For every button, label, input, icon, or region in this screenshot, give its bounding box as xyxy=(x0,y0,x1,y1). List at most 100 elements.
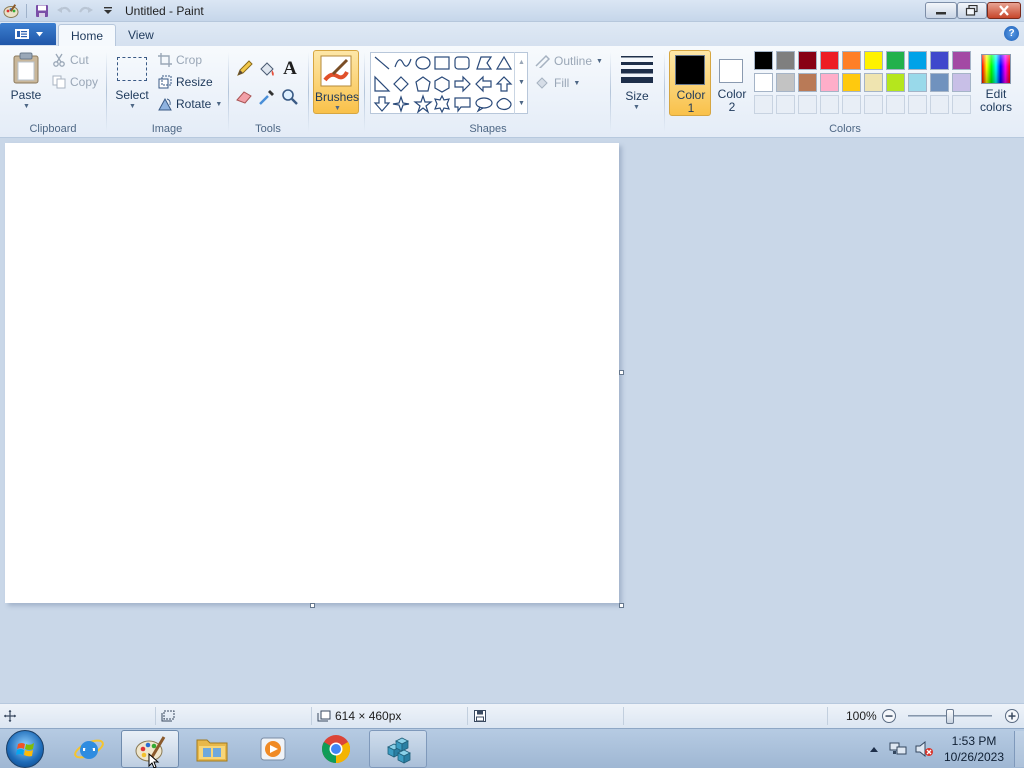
taskbar-internet-explorer[interactable] xyxy=(60,730,118,768)
text-icon: A xyxy=(283,58,297,79)
text-tool[interactable]: A xyxy=(279,58,301,79)
rotate-button[interactable]: Rotate ▼ xyxy=(158,97,222,111)
status-divider xyxy=(311,707,312,725)
palette-swatch[interactable] xyxy=(754,51,773,70)
clock-time: 1:53 PM xyxy=(951,734,997,748)
palette-swatch[interactable] xyxy=(930,73,949,92)
color-spectrum-icon xyxy=(981,54,1011,84)
taskbar-file-explorer[interactable] xyxy=(183,730,241,768)
taskbar-chrome[interactable] xyxy=(307,730,365,768)
palette-swatch[interactable] xyxy=(842,51,861,70)
volume-tray-icon[interactable] xyxy=(914,740,934,761)
undo-icon[interactable] xyxy=(55,2,73,20)
palette-swatch[interactable] xyxy=(776,73,795,92)
show-desktop-button[interactable] xyxy=(1014,731,1024,767)
paint-menu-button[interactable] xyxy=(0,23,56,45)
resize-handle-bottom[interactable] xyxy=(310,603,315,608)
color-picker-tool[interactable] xyxy=(256,87,278,107)
custom-color-slot[interactable] xyxy=(930,95,949,114)
custom-color-slot[interactable] xyxy=(886,95,905,114)
palette-swatch[interactable] xyxy=(820,73,839,92)
size-button[interactable]: Size ▼ xyxy=(616,50,658,114)
outline-button[interactable]: Outline ▼ xyxy=(534,54,603,68)
palette-swatch[interactable] xyxy=(952,51,971,70)
rotate-dropdown-icon: ▼ xyxy=(215,100,223,108)
taskbar-app[interactable] xyxy=(369,730,427,768)
shapes-scroll[interactable]: ▲ ▼ ▼ xyxy=(514,52,528,114)
pencil-tool[interactable] xyxy=(233,59,255,79)
resize-handle-right[interactable] xyxy=(619,370,624,375)
custom-color-slot[interactable] xyxy=(908,95,927,114)
select-button[interactable]: Select ▼ xyxy=(114,50,149,112)
tab-home[interactable]: Home xyxy=(58,24,117,46)
customize-qat-icon[interactable] xyxy=(99,2,117,20)
palette-swatch[interactable] xyxy=(886,73,905,92)
custom-color-slot[interactable] xyxy=(776,95,795,114)
zoom-in-button[interactable] xyxy=(1004,704,1020,728)
shapes-gallery-icons xyxy=(373,55,513,114)
drawing-canvas[interactable] xyxy=(5,143,619,603)
palette-swatch[interactable] xyxy=(864,73,883,92)
palette-swatch[interactable] xyxy=(776,51,795,70)
palette-swatch[interactable] xyxy=(952,73,971,92)
palette-swatch[interactable] xyxy=(908,51,927,70)
edit-colors-button[interactable]: Edit colors xyxy=(974,50,1020,116)
zoom-out-button[interactable] xyxy=(881,704,897,728)
palette-swatch[interactable] xyxy=(820,51,839,70)
brushes-button[interactable]: Brushes ▼ xyxy=(313,50,359,114)
fill-tool[interactable] xyxy=(256,59,278,79)
palette-swatch[interactable] xyxy=(908,73,927,92)
custom-color-slot[interactable] xyxy=(754,95,773,114)
cut-button[interactable]: Cut xyxy=(52,53,89,67)
start-button[interactable] xyxy=(6,730,44,768)
color2-button[interactable]: Color 2 xyxy=(712,50,752,116)
paint-app-icon[interactable] xyxy=(2,2,20,20)
close-button[interactable] xyxy=(987,2,1021,19)
network-tray-icon[interactable] xyxy=(889,740,907,761)
custom-color-slot[interactable] xyxy=(798,95,817,114)
zoom-slider[interactable] xyxy=(908,709,992,724)
taskbar-paint[interactable] xyxy=(121,730,179,768)
rotate-label: Rotate xyxy=(176,97,212,111)
magnifier-tool[interactable] xyxy=(279,87,301,107)
minimize-button[interactable] xyxy=(925,2,957,19)
scroll-down-icon[interactable]: ▼ xyxy=(518,79,525,86)
eraser-tool[interactable] xyxy=(233,87,255,107)
fill-button[interactable]: Fill ▼ xyxy=(534,76,580,90)
scroll-up-icon[interactable]: ▲ xyxy=(518,59,525,66)
zoom-slider-thumb[interactable] xyxy=(946,709,954,724)
tab-view[interactable]: View xyxy=(116,24,166,46)
custom-color-slot[interactable] xyxy=(820,95,839,114)
palette-swatch[interactable] xyxy=(798,73,817,92)
copy-button[interactable]: Copy xyxy=(52,75,98,89)
paste-button[interactable]: Paste ▼ xyxy=(6,50,46,112)
zoom-in-icon xyxy=(1005,709,1019,723)
help-icon[interactable]: ? xyxy=(1004,26,1019,41)
palette-swatch[interactable] xyxy=(798,51,817,70)
close-icon xyxy=(999,5,1009,16)
clock-date: 10/26/2023 xyxy=(943,750,1005,764)
resize-button[interactable]: Resize xyxy=(158,75,213,89)
system-clock[interactable]: 1:53 PM 10/26/2023 xyxy=(936,733,1012,765)
show-hidden-icons-button[interactable] xyxy=(869,742,879,756)
color2-label-line2: 2 xyxy=(728,100,736,114)
palette-swatch[interactable] xyxy=(886,51,905,70)
paint-bucket-icon xyxy=(260,62,274,76)
palette-swatch[interactable] xyxy=(864,51,883,70)
expand-gallery-icon[interactable]: ▼ xyxy=(518,100,525,107)
custom-color-slot[interactable] xyxy=(842,95,861,114)
taskbar-media-player[interactable] xyxy=(244,730,302,768)
custom-color-slot[interactable] xyxy=(952,95,971,114)
redo-icon[interactable] xyxy=(77,2,95,20)
palette-swatch[interactable] xyxy=(930,51,949,70)
color1-button[interactable]: Color 1 xyxy=(669,50,711,116)
custom-color-slot[interactable] xyxy=(864,95,883,114)
outline-icon xyxy=(535,54,550,68)
resize-handle-corner[interactable] xyxy=(619,603,624,608)
selection-size xyxy=(161,704,175,728)
save-icon[interactable] xyxy=(33,2,51,20)
palette-swatch[interactable] xyxy=(754,73,773,92)
crop-button[interactable]: Crop xyxy=(158,53,202,67)
restore-button[interactable] xyxy=(957,2,987,19)
palette-swatch[interactable] xyxy=(842,73,861,92)
